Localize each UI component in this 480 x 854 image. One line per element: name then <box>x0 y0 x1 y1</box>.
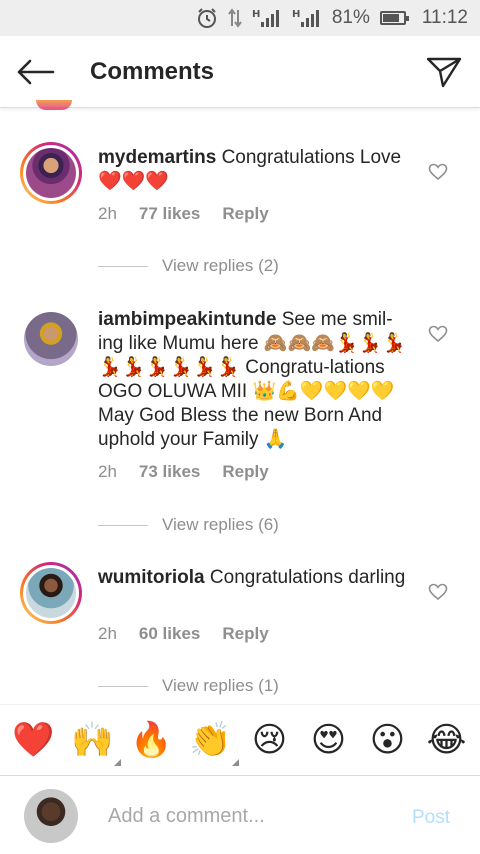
app-header: Comments <box>0 36 480 108</box>
avatar[interactable] <box>20 142 82 204</box>
post-button[interactable]: Post <box>412 807 450 829</box>
comment-text: iambimpeakintunde See me smil-ing like M… <box>98 308 416 452</box>
reply-button[interactable]: Reply <box>222 204 268 224</box>
divider-line <box>98 685 148 687</box>
emoji-surprised-face[interactable]: 😮 <box>364 720 412 760</box>
emoji-fire[interactable]: 🔥 <box>128 720 176 760</box>
comment-meta: 2h 73 likes Reply <box>98 462 269 482</box>
divider-line <box>98 524 148 526</box>
comment-meta: 2h 60 likes Reply <box>98 624 269 644</box>
emoji-glyph: 👏 <box>189 720 232 760</box>
comment-username[interactable]: mydemartins <box>98 147 216 168</box>
comment-text: wumitoriola Congratulations darling <box>98 566 416 590</box>
clock: 11:12 <box>421 7 468 28</box>
alarm-icon <box>196 7 218 29</box>
comment-content: See me smil-ing like Mumu here 🙈🙈🙈💃💃💃💃💃💃… <box>98 309 406 450</box>
reply-button[interactable]: Reply <box>222 462 268 482</box>
comment-likes[interactable]: 60 likes <box>139 624 200 644</box>
comment-time: 2h <box>98 624 117 643</box>
view-replies-button[interactable]: View replies (2) <box>98 256 279 276</box>
emoji-crying-face[interactable]: 😢 <box>246 720 294 760</box>
previous-avatar-edge <box>36 100 72 110</box>
view-replies-button[interactable]: View replies (1) <box>98 676 279 696</box>
comment-input[interactable] <box>108 799 398 833</box>
emoji-raising-hands[interactable]: 🙌 <box>69 720 121 766</box>
signal-h-icon: H <box>292 8 322 28</box>
emoji-heart-eyes[interactable]: 😍 <box>305 720 353 760</box>
status-bar: H H 81% 11:12 <box>0 0 480 36</box>
like-heart-icon[interactable] <box>428 162 448 182</box>
data-arrows-icon <box>228 8 242 28</box>
comment-composer: Post <box>0 777 480 854</box>
comment-time: 2h <box>98 204 117 223</box>
comment-username[interactable]: iambimpeakintunde <box>98 309 276 330</box>
comment-time: 2h <box>98 462 117 481</box>
skin-tone-indicator <box>113 759 121 766</box>
comment-username[interactable]: wumitoriola <box>98 567 205 588</box>
comment-content: Congratulations darling <box>209 567 406 588</box>
avatar-image <box>26 568 76 618</box>
quick-emoji-bar: ❤️ 🙌 🔥 👏 😢 😍 😮 😂 <box>0 704 480 776</box>
comment-likes[interactable]: 77 likes <box>139 204 200 224</box>
like-heart-icon[interactable] <box>428 324 448 344</box>
emoji-tears-of-joy[interactable]: 😂 <box>423 720 471 760</box>
comment-likes[interactable]: 73 likes <box>139 462 200 482</box>
view-replies-label: View replies (6) <box>162 515 279 534</box>
view-replies-label: View replies (2) <box>162 256 279 275</box>
skin-tone-indicator <box>231 759 239 766</box>
battery-percent: 81% <box>331 7 370 28</box>
battery-icon <box>379 11 409 25</box>
page-title: Comments <box>90 57 215 85</box>
svg-text:H: H <box>252 9 260 20</box>
reply-button[interactable]: Reply <box>222 624 268 644</box>
paper-plane-icon <box>426 57 462 87</box>
back-button[interactable] <box>0 36 72 108</box>
share-button[interactable] <box>408 36 480 108</box>
emoji-glyph: 🙌 <box>71 720 114 760</box>
comments-list[interactable]: mydemartins Congratulations Love ❤️❤️❤️ … <box>0 122 480 704</box>
avatar <box>24 789 78 843</box>
like-heart-icon[interactable] <box>428 582 448 602</box>
svg-text:H: H <box>292 9 300 20</box>
battery-level-fill <box>382 14 400 22</box>
avatar[interactable] <box>20 562 82 624</box>
view-replies-button[interactable]: View replies (6) <box>98 515 279 535</box>
divider-line <box>98 265 148 267</box>
arrow-left-icon <box>17 59 55 84</box>
comment-text: mydemartins Congratulations Love ❤️❤️❤️ <box>98 146 416 194</box>
avatar[interactable] <box>24 312 78 366</box>
emoji-clapping-hands[interactable]: 👏 <box>187 720 239 766</box>
emoji-red-heart[interactable]: ❤️ <box>10 720 58 760</box>
view-replies-label: View replies (1) <box>162 676 279 695</box>
comment-meta: 2h 77 likes Reply <box>98 204 269 224</box>
signal-h-icon: H <box>252 8 282 28</box>
avatar-image <box>26 148 76 198</box>
